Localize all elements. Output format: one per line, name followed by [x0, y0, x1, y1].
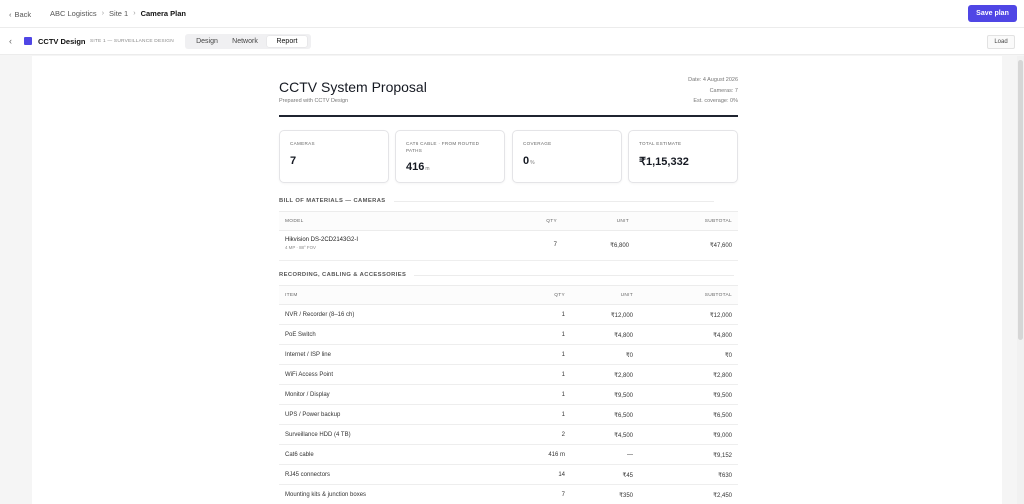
app-subtitle: SITE 1 — SURVEILLANCE DESIGN	[90, 39, 174, 44]
tab-design[interactable]: Design	[187, 36, 227, 47]
chevron-right-icon: ›	[101, 10, 105, 17]
table-row: UPS / Power backup 1 ₹6,500 ₹6,500	[279, 405, 738, 425]
table-row: PoE Switch 1 ₹4,800 ₹4,800	[279, 325, 738, 345]
sub-header: ‹ CCTV Design SITE 1 — SURVEILLANCE DESI…	[0, 28, 1024, 55]
breadcrumb-item-current: Camera Plan	[140, 9, 187, 18]
table-row: WiFi Access Point 1 ₹2,800 ₹2,800	[279, 365, 738, 385]
table-row: Internet / ISP line 1 ₹0 ₹0	[279, 345, 738, 365]
accessories-table: ITEM QTY UNIT SUBTOTAL NVR / Recorder (8…	[279, 285, 738, 504]
table-row: Monitor / Display 1 ₹9,500 ₹9,500	[279, 385, 738, 405]
app-logo-icon	[24, 37, 32, 45]
breadcrumb-item-site[interactable]: Site 1	[109, 9, 128, 18]
card-value: 416m	[406, 161, 430, 173]
table-header: MODEL QTY UNIT SUBTOTAL	[279, 211, 738, 231]
table-row: Hikvision DS-2CD2143G2-I 4 MP · 88° FOV …	[279, 231, 738, 261]
card-value: 7	[290, 155, 297, 167]
title-divider	[279, 115, 738, 117]
breadcrumb-item-company[interactable]: ABC Logistics	[50, 9, 97, 18]
summary-card-cameras: CAMERAS 7	[279, 130, 389, 183]
back-label: Back	[14, 9, 32, 19]
chevron-left-icon: ‹	[9, 9, 12, 19]
view-tabs: Design Network Report	[185, 34, 311, 49]
app-name: CCTV Design	[38, 37, 86, 46]
save-plan-button[interactable]: Save plan	[968, 5, 1017, 22]
card-label: COVERAGE	[523, 141, 552, 146]
table-row: NVR / Recorder (8–16 ch) 1 ₹12,000 ₹12,000	[279, 305, 738, 325]
table-row: Cat6 cable 416 m — ₹9,152	[279, 445, 738, 465]
scrollbar-thumb[interactable]	[1018, 60, 1023, 340]
table-row: RJ45 connectors 14 ₹45 ₹630	[279, 465, 738, 485]
summary-card-total: TOTAL ESTIMATE ₹1,15,332	[628, 130, 738, 183]
page-title: CCTV System Proposal	[279, 79, 427, 95]
summary-card-coverage: COVERAGE 0%	[512, 130, 622, 183]
report-meta: Date: 4 August 2026 Cameras: 7 Est. cove…	[688, 75, 738, 107]
table-row: Mounting kits & junction boxes 7 ₹350 ₹2,45…	[279, 485, 738, 504]
back-button[interactable]: ‹ Back	[9, 7, 31, 21]
breadcrumb: ABC Logistics › Site 1 › Camera Plan	[50, 9, 186, 18]
page-subtitle: Prepared with CCTV Design	[279, 98, 349, 104]
card-label: CAT6 CABLE · FROM ROUTED PATHS	[406, 141, 480, 153]
tab-report[interactable]: Report	[267, 36, 307, 47]
table-row: Surveillance HDD (4 TB) 2 ₹4,500 ₹9,000	[279, 425, 738, 445]
report-cameras: Cameras: 7	[709, 87, 738, 94]
card-value: ₹1,15,332	[639, 156, 689, 168]
table-header: ITEM QTY UNIT SUBTOTAL	[279, 285, 738, 305]
cameras-table: MODEL QTY UNIT SUBTOTAL Hikvision DS-2CD…	[279, 211, 738, 261]
section-title-accessories: RECORDING, CABLING & ACCESSORIES	[279, 272, 735, 278]
card-label: TOTAL ESTIMATE	[639, 141, 682, 146]
tab-network[interactable]: Network	[227, 36, 263, 47]
load-button[interactable]: Load	[987, 35, 1015, 49]
report-coverage: Est. coverage: 0%	[693, 98, 738, 104]
card-value: 0%	[523, 155, 535, 167]
card-label: CAMERAS	[290, 141, 315, 146]
report-date: Date: 4 August 2026	[688, 77, 738, 83]
summary-card-cable: CAT6 CABLE · FROM ROUTED PATHS 416m	[395, 130, 505, 183]
top-bar: ‹ Back ABC Logistics › Site 1 › Camera P…	[0, 0, 1024, 28]
collapse-chevron-icon[interactable]: ‹	[9, 36, 12, 46]
section-title-cameras: BILL OF MATERIALS — CAMERAS	[279, 198, 714, 204]
chevron-right-icon: ›	[133, 10, 136, 17]
